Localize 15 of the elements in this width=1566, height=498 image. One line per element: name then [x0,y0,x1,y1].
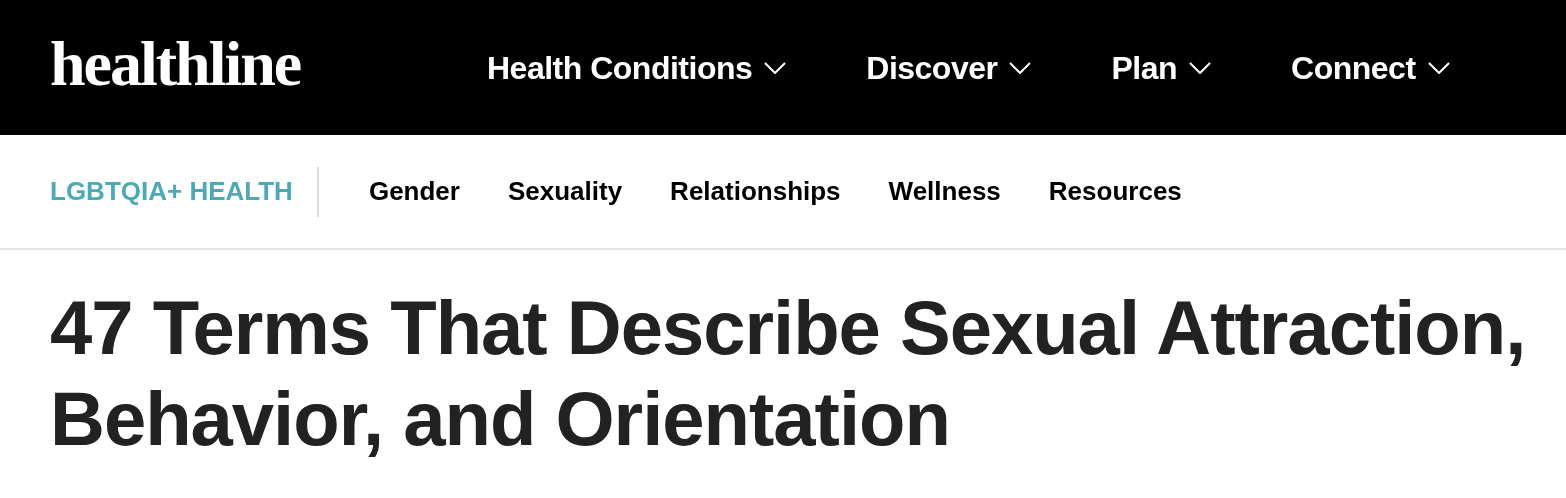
section-nav-link[interactable]: Wellness [888,172,1001,211]
section-nav-link[interactable]: Sexuality [507,172,623,211]
nav-menu-button[interactable]: Plan [1111,43,1212,92]
site-logo[interactable]: healthline [50,31,487,104]
chevron-down-icon [764,61,787,74]
section-nav-link[interactable]: Resources [1048,172,1182,211]
section-nav-link[interactable]: Relationships [670,172,841,211]
nav-menu-button[interactable]: Health Conditions [487,43,787,92]
chevron-down-icon [1427,61,1450,74]
chevron-down-icon [1189,61,1212,74]
nav-menu-button[interactable]: Connect [1291,43,1450,92]
article-title: 47 Terms That Describe Sexual Attraction, Behavior, and Orientation [49,284,1527,463]
chevron-down-icon [1009,61,1032,74]
nav-menu-button[interactable]: Discover [866,43,1032,92]
section-nav-link[interactable]: Gender [368,172,460,211]
